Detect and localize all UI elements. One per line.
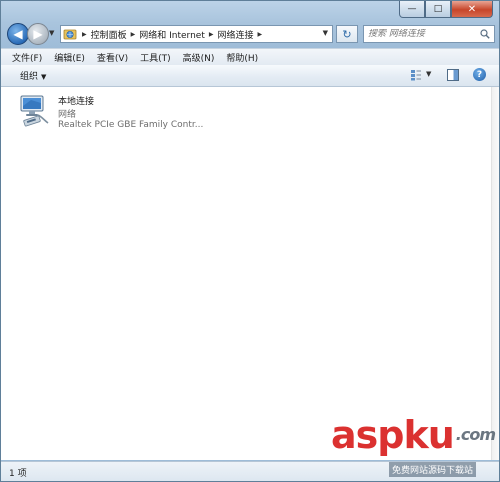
breadcrumb-separator-icon[interactable]: ▶ <box>258 31 263 38</box>
refresh-icon: ↻ <box>342 27 352 41</box>
close-icon: ✕ <box>467 3 477 15</box>
preview-pane-icon[interactable] <box>447 69 459 81</box>
connection-status: 网络 <box>58 110 77 120</box>
breadcrumb-separator-icon[interactable]: ▶ <box>131 31 136 38</box>
organize-button[interactable]: 组织 ▼ <box>20 69 46 82</box>
breadcrumb-network-connections[interactable]: 网络连接 <box>218 28 254 41</box>
maximize-button[interactable]: □ <box>425 1 451 18</box>
watermark-tld: .com <box>455 425 496 444</box>
forward-button[interactable]: ▶ <box>27 23 49 45</box>
forward-arrow-icon: ▶ <box>33 27 43 41</box>
command-bar: 组织 ▼ ▼ ? <box>1 65 499 87</box>
item-count: 1 项 <box>9 469 27 479</box>
minimize-icon: — <box>407 4 417 14</box>
recent-pages-dropdown[interactable]: ▼ <box>49 29 54 37</box>
watermark-logo-text: aspku <box>331 413 455 457</box>
explorer-window: — □ ✕ ◀ ▶ ▼ ▶ 控制面板 ▶ 网络和 Internet ▶ 网络连接… <box>0 0 500 482</box>
menu-edit[interactable]: 编辑(E) <box>48 51 91 64</box>
breadcrumb-control-panel[interactable]: 控制面板 <box>91 28 127 41</box>
menu-view[interactable]: 查看(V) <box>91 51 134 64</box>
connection-name: 本地连接 <box>58 97 95 107</box>
back-arrow-icon: ◀ <box>13 27 23 41</box>
organize-label: 组织 <box>20 72 39 82</box>
connection-device: Realtek PCIe GBE Family Contr... <box>58 120 204 130</box>
navigation-bar: ◀ ▶ ▼ ▶ 控制面板 ▶ 网络和 Internet ▶ 网络连接 ▶ ▼ ↻… <box>7 23 495 45</box>
close-button[interactable]: ✕ <box>451 1 493 18</box>
network-folder-icon <box>62 26 78 42</box>
content-area: 本地连接 网络 Realtek PCIe GBE Family Contr... <box>1 87 491 460</box>
minimize-button[interactable]: — <box>399 1 425 18</box>
breadcrumb-separator-icon[interactable]: ▶ <box>82 31 87 38</box>
watermark-logo: aspku .com <box>331 413 496 457</box>
search-icon[interactable] <box>480 29 490 39</box>
watermark-tagline: 免费网站源码下载站 <box>389 462 477 477</box>
network-adapter-icon <box>20 95 49 127</box>
menu-file[interactable]: 文件(F) <box>1 51 48 64</box>
chevron-down-icon: ▼ <box>41 73 47 81</box>
breadcrumb-network-internet[interactable]: 网络和 Internet <box>139 28 205 41</box>
menu-tools[interactable]: 工具(T) <box>134 51 177 64</box>
back-button[interactable]: ◀ <box>7 23 29 45</box>
menu-bar: 文件(F) 编辑(E) 查看(V) 工具(T) 高级(N) 帮助(H) <box>1 48 499 66</box>
connection-item-local-area[interactable]: 本地连接 网络 Realtek PCIe GBE Family Contr... <box>18 93 208 133</box>
menu-help[interactable]: 帮助(H) <box>220 51 264 64</box>
search-box[interactable] <box>363 25 495 43</box>
change-view-icon[interactable] <box>410 69 422 81</box>
view-options-dropdown[interactable]: ▼ <box>426 70 431 78</box>
address-bar[interactable]: ▶ 控制面板 ▶ 网络和 Internet ▶ 网络连接 ▶ ▼ <box>60 25 333 43</box>
breadcrumb-separator-icon[interactable]: ▶ <box>209 31 214 38</box>
help-icon: ? <box>476 69 483 80</box>
vertical-scrollbar[interactable] <box>491 87 499 460</box>
search-input[interactable] <box>368 29 478 39</box>
caption-buttons: — □ ✕ <box>399 1 493 18</box>
help-button[interactable]: ? <box>473 68 486 81</box>
address-history-dropdown[interactable]: ▼ <box>323 29 328 37</box>
maximize-icon: □ <box>433 4 443 14</box>
refresh-button[interactable]: ↻ <box>336 25 358 43</box>
menu-advanced[interactable]: 高级(N) <box>177 51 221 64</box>
